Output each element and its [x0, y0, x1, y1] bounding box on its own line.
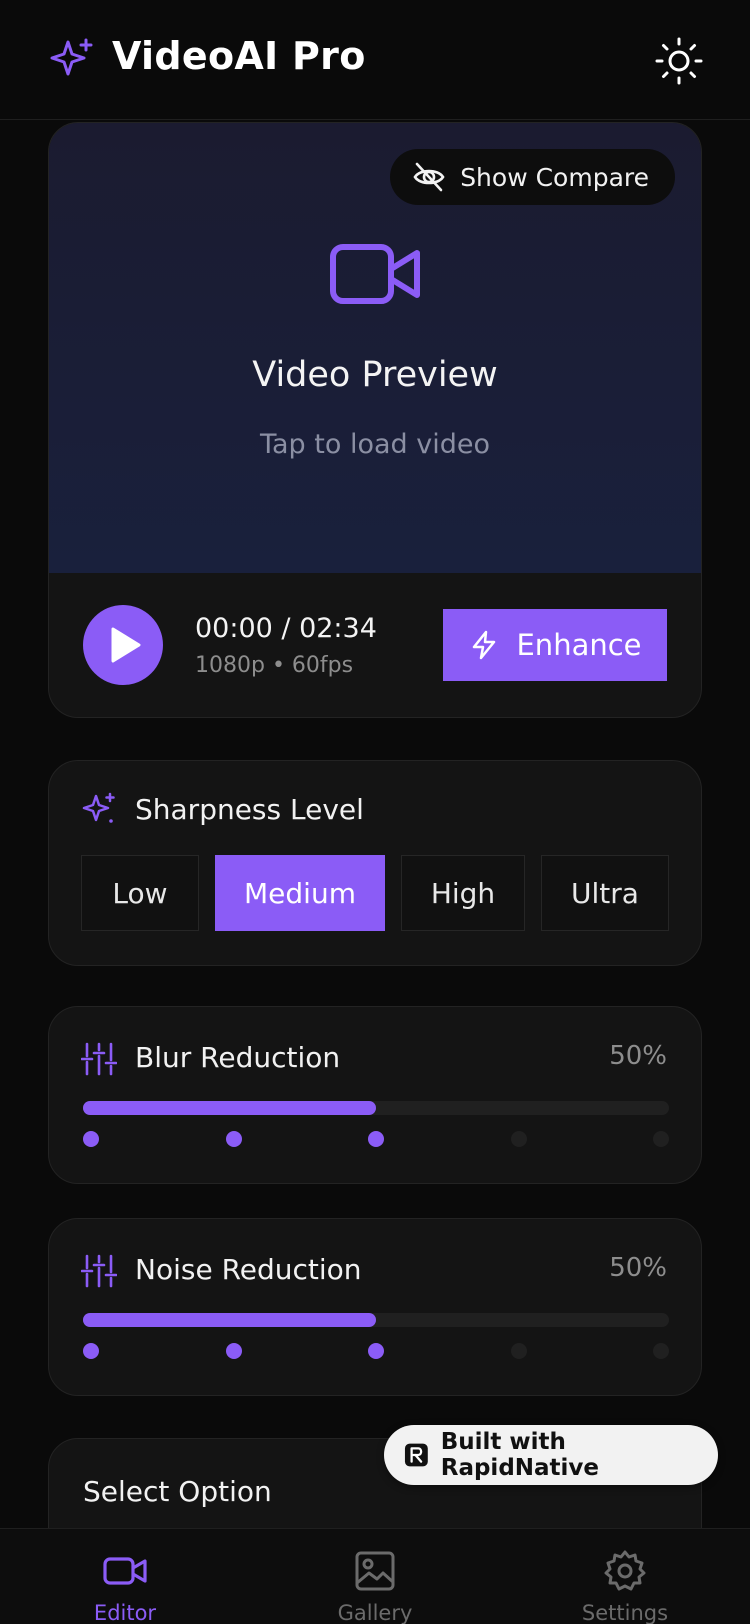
- select-option-label: Select Option: [83, 1475, 272, 1508]
- noise-step-dot[interactable]: [368, 1343, 384, 1359]
- app-root: VideoAI Pro Show Compare Video Preview T…: [0, 0, 750, 1624]
- sharpness-option-medium[interactable]: Medium: [215, 855, 385, 931]
- play-button[interactable]: [83, 605, 163, 685]
- image-icon: [355, 1551, 395, 1591]
- noise-reduction-fill: [83, 1313, 376, 1327]
- play-icon: [111, 627, 141, 663]
- blur-step-dot[interactable]: [368, 1131, 384, 1147]
- tab-editor-label: Editor: [93, 1601, 157, 1624]
- app-title: VideoAI Pro: [112, 34, 366, 78]
- sharpness-card: Sharpness Level Low Medium High Ultra: [48, 760, 702, 966]
- tab-settings[interactable]: Settings: [500, 1529, 750, 1624]
- bottom-tab-bar: Editor Gallery Settings: [0, 1528, 750, 1624]
- built-with-rapidnative-badge[interactable]: Built with RapidNative: [384, 1425, 718, 1485]
- show-compare-label: Show Compare: [460, 162, 649, 192]
- blur-step-dot[interactable]: [510, 1131, 527, 1147]
- gear-icon: [604, 1550, 646, 1591]
- sharpness-option-high[interactable]: High: [401, 855, 525, 931]
- sun-icon[interactable]: [654, 36, 704, 86]
- video-icon: [103, 1557, 147, 1585]
- video-meta: 1080p • 60fps: [195, 653, 354, 678]
- badge-label: Built with RapidNative: [440, 1429, 600, 1481]
- sharpness-option-ultra[interactable]: Ultra: [541, 855, 669, 931]
- blur-reduction-fill: [83, 1101, 376, 1115]
- blur-step-dot[interactable]: [225, 1131, 242, 1147]
- blur-reduction-title: Blur Reduction: [135, 1041, 341, 1074]
- enhance-label: Enhance: [516, 628, 642, 662]
- sliders-icon: [81, 1254, 117, 1288]
- video-camera-icon: [330, 244, 420, 304]
- video-preview-area[interactable]: Show Compare Video Preview Tap to load v…: [49, 123, 701, 573]
- preview-title: Video Preview: [252, 355, 498, 395]
- sparkles-icon: [50, 38, 93, 76]
- tab-gallery-label: Gallery: [337, 1601, 413, 1624]
- sliders-icon: [81, 1042, 117, 1076]
- noise-step-dot[interactable]: [510, 1343, 527, 1359]
- noise-step-dot[interactable]: [653, 1343, 669, 1359]
- sparkles-icon: [82, 792, 115, 823]
- video-preview-card: Show Compare Video Preview Tap to load v…: [48, 122, 702, 718]
- playback-time: 00:00 / 02:34: [195, 613, 377, 644]
- sharpness-title: Sharpness Level: [135, 793, 364, 826]
- blur-reduction-card: Blur Reduction 50%: [48, 1006, 702, 1184]
- lightning-icon: [473, 630, 496, 660]
- preview-subtitle: Tap to load video: [259, 429, 490, 460]
- blur-reduction-value: 50%: [609, 1041, 667, 1071]
- sharpness-option-low[interactable]: Low: [81, 855, 199, 931]
- enhance-button[interactable]: Enhance: [443, 609, 667, 681]
- noise-reduction-value: 50%: [609, 1253, 667, 1283]
- noise-reduction-title: Noise Reduction: [135, 1253, 362, 1286]
- tab-gallery[interactable]: Gallery: [250, 1529, 500, 1624]
- rapidnative-logo-icon: [404, 1443, 428, 1467]
- eye-off-icon: [413, 162, 445, 192]
- noise-step-dot[interactable]: [83, 1343, 99, 1359]
- tab-settings-label: Settings: [581, 1601, 669, 1624]
- blur-step-dot[interactable]: [653, 1131, 669, 1147]
- noise-step-dot[interactable]: [225, 1343, 242, 1359]
- show-compare-button[interactable]: Show Compare: [390, 149, 675, 205]
- noise-reduction-slider[interactable]: [83, 1313, 669, 1327]
- header: VideoAI Pro: [0, 0, 750, 120]
- blur-step-dot[interactable]: [83, 1131, 99, 1147]
- tab-editor[interactable]: Editor: [0, 1529, 250, 1624]
- noise-reduction-card: Noise Reduction 50%: [48, 1218, 702, 1396]
- blur-reduction-slider[interactable]: [83, 1101, 669, 1115]
